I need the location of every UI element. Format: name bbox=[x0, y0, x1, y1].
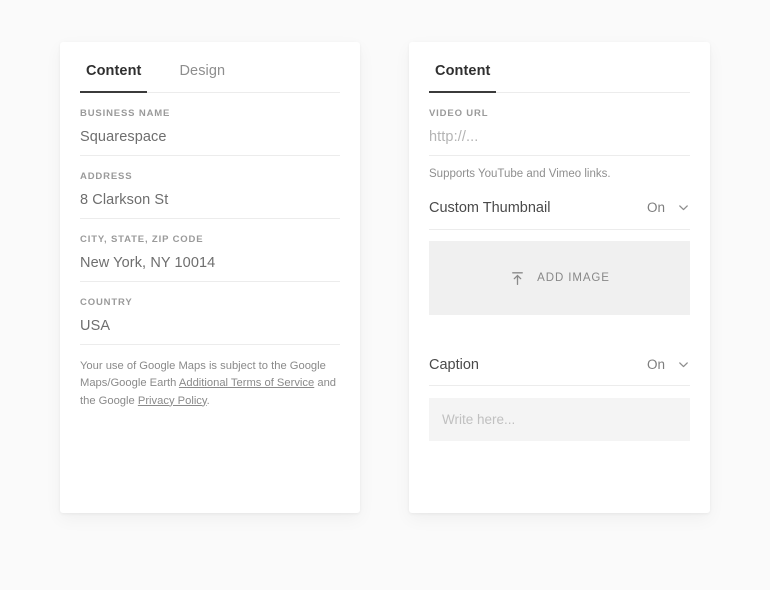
additional-terms-of-service-link[interactable]: Additional Terms of Service bbox=[179, 377, 314, 389]
add-image-dropzone[interactable]: ADD IMAGE bbox=[429, 241, 690, 315]
field-label-video-url: VIDEO URL bbox=[429, 108, 690, 119]
field-value-address[interactable]: 8 Clarkson St bbox=[80, 192, 340, 208]
google-maps-legal-text: Your use of Google Maps is subject to th… bbox=[80, 345, 340, 410]
video-url-input[interactable]: http://... bbox=[429, 129, 690, 145]
video-content-panel: Content VIDEO URL http://... Supports Yo… bbox=[409, 42, 710, 513]
chevron-down-icon[interactable] bbox=[677, 201, 690, 214]
caption-label: Caption bbox=[429, 355, 479, 376]
tab-content-video[interactable]: Content bbox=[429, 62, 496, 92]
field-video-url[interactable]: VIDEO URL http://... bbox=[429, 93, 690, 156]
right-panel-tabs: Content bbox=[429, 42, 690, 93]
field-label-address: ADDRESS bbox=[80, 171, 340, 182]
tab-design[interactable]: Design bbox=[173, 62, 231, 92]
field-label-city-state-zip: CITY, STATE, ZIP CODE bbox=[80, 234, 340, 245]
field-value-business-name[interactable]: Squarespace bbox=[80, 129, 340, 145]
tab-content[interactable]: Content bbox=[80, 62, 147, 92]
caption-toggle[interactable]: On bbox=[647, 355, 690, 372]
caption-state: On bbox=[647, 357, 665, 372]
field-business-name[interactable]: BUSINESS NAME Squarespace bbox=[80, 93, 340, 156]
custom-thumbnail-state: On bbox=[647, 200, 665, 215]
field-label-business-name: BUSINESS NAME bbox=[80, 108, 340, 119]
field-value-city-state-zip[interactable]: New York, NY 10014 bbox=[80, 255, 340, 271]
privacy-policy-link[interactable]: Privacy Policy bbox=[138, 395, 207, 407]
field-country[interactable]: COUNTRY USA bbox=[80, 282, 340, 345]
upload-icon bbox=[509, 270, 526, 287]
page-root: Content Design BUSINESS NAME Squarespace… bbox=[0, 0, 770, 590]
caption-input[interactable]: Write here... bbox=[429, 398, 690, 441]
custom-thumbnail-row: Custom Thumbnail On bbox=[429, 180, 690, 230]
right-panel-inner: Content VIDEO URL http://... Supports Yo… bbox=[409, 42, 710, 513]
caption-placeholder: Write here... bbox=[442, 412, 515, 427]
field-label-country: COUNTRY bbox=[80, 297, 340, 308]
add-image-label: ADD IMAGE bbox=[537, 272, 610, 284]
content-design-panel: Content Design BUSINESS NAME Squarespace… bbox=[60, 42, 360, 513]
field-address[interactable]: ADDRESS 8 Clarkson St bbox=[80, 156, 340, 219]
custom-thumbnail-label: Custom Thumbnail bbox=[429, 198, 550, 219]
caption-row: Caption On bbox=[429, 339, 690, 386]
legal-text-part-3: . bbox=[207, 395, 210, 407]
field-value-country[interactable]: USA bbox=[80, 318, 340, 334]
custom-thumbnail-toggle[interactable]: On bbox=[647, 198, 690, 215]
chevron-down-icon[interactable] bbox=[677, 358, 690, 371]
left-panel-tabs: Content Design bbox=[80, 42, 340, 93]
video-url-helper-text: Supports YouTube and Vimeo links. bbox=[429, 156, 690, 180]
field-city-state-zip[interactable]: CITY, STATE, ZIP CODE New York, NY 10014 bbox=[80, 219, 340, 282]
left-panel-inner: Content Design BUSINESS NAME Squarespace… bbox=[60, 42, 360, 513]
